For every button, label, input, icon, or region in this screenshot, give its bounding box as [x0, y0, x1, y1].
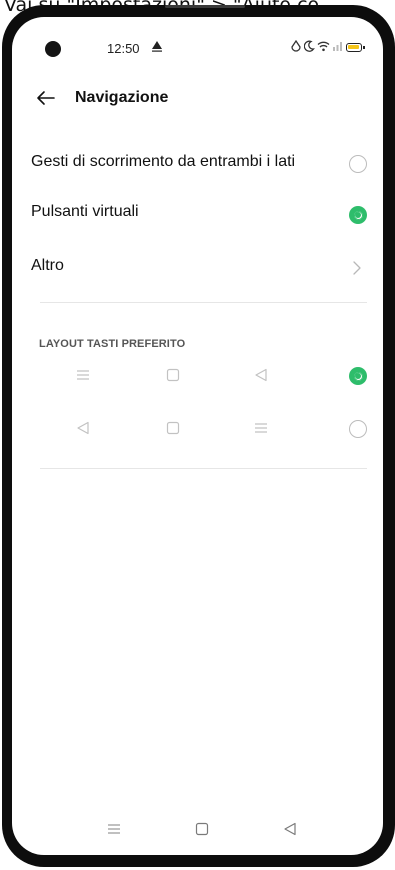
battery-level [348, 45, 359, 49]
phone-speaker [165, 5, 245, 8]
radio-unselected[interactable] [349, 155, 367, 173]
layout-option-row-1[interactable] [12, 356, 383, 396]
battery-icon [346, 43, 365, 52]
arrow-left-icon[interactable] [34, 86, 58, 110]
menu-icon[interactable] [106, 821, 122, 837]
option-row-more[interactable]: Altro [12, 244, 383, 294]
option-label: Altro [31, 257, 64, 274]
front-camera [45, 41, 61, 57]
divider [40, 302, 367, 303]
divider [40, 468, 367, 469]
chevron-right-icon [352, 261, 362, 275]
back-triangle-icon [75, 420, 91, 436]
screen: 12:50 Navigazione Gesti di scorrimento d… [12, 17, 383, 855]
nav-bar [12, 807, 383, 855]
layout-option-row-2[interactable] [12, 410, 383, 450]
back-triangle-icon [253, 367, 269, 383]
menu-icon [253, 420, 269, 436]
radio-unselected[interactable] [349, 420, 367, 438]
square-icon [165, 420, 181, 436]
page-title: Navigazione [75, 89, 169, 106]
status-bar: 12:50 [12, 17, 383, 71]
signal-icon [332, 40, 344, 55]
back-triangle-icon[interactable] [282, 821, 298, 837]
status-time: 12:50 [107, 41, 140, 56]
moon-icon [303, 40, 315, 55]
option-row-gestures[interactable]: Gesti di scorrimento da entrambi i lati [12, 140, 383, 190]
radio-selected[interactable] [349, 367, 367, 385]
square-icon[interactable] [194, 821, 210, 837]
menu-icon [75, 367, 91, 383]
header: Navigazione [12, 83, 383, 115]
alert-triangle-icon [151, 40, 163, 56]
option-label: Gesti di scorrimento da entrambi i lati [31, 153, 296, 170]
radio-selected[interactable] [349, 206, 367, 224]
section-title: LAYOUT TASTI PREFERITO [39, 338, 186, 350]
option-row-virtual-buttons[interactable]: Pulsanti virtuali [12, 190, 383, 240]
option-label: Pulsanti virtuali [31, 203, 139, 220]
square-icon [165, 367, 181, 383]
wifi-icon [317, 40, 330, 55]
drop-icon [291, 39, 301, 55]
